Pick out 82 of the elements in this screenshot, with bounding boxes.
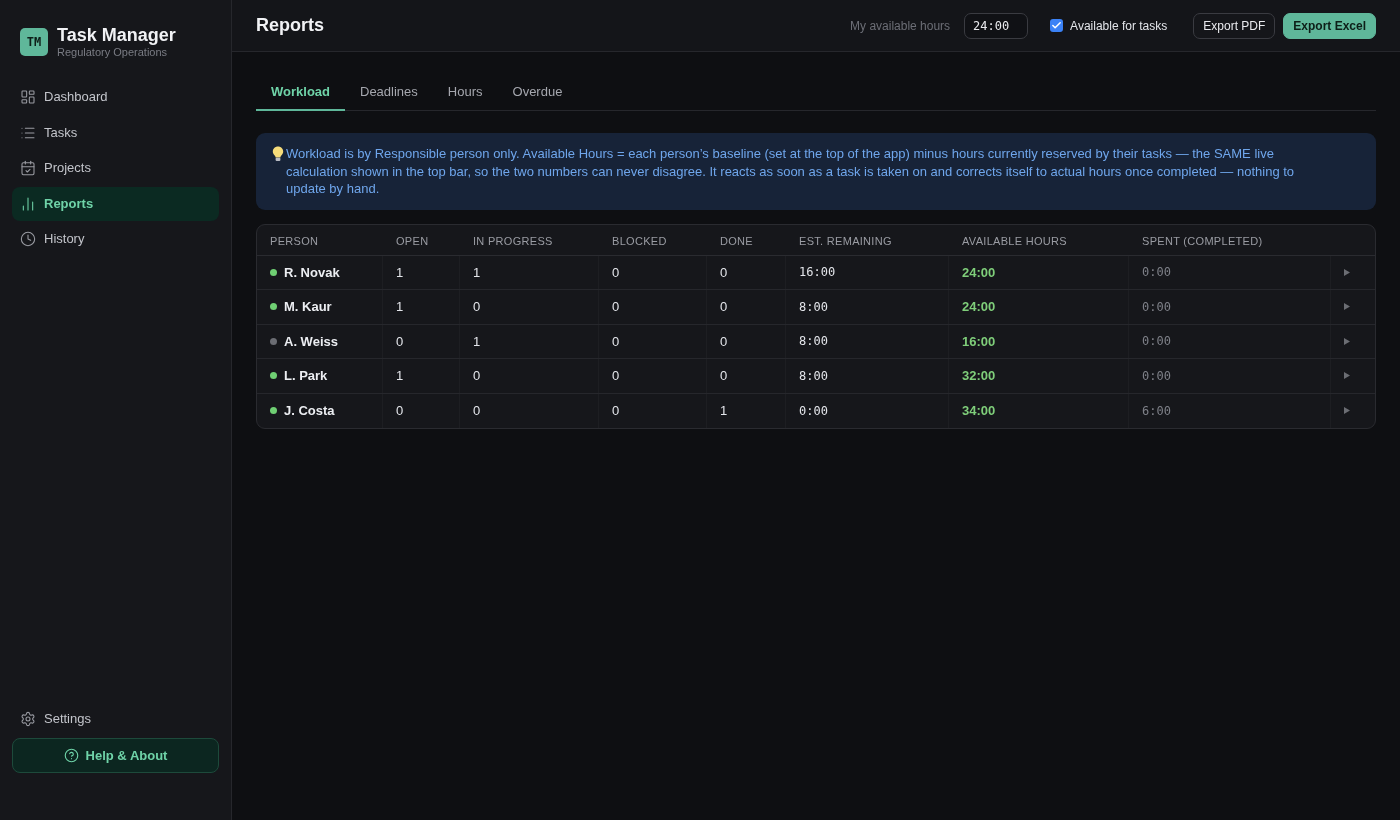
count-value: 0: [612, 332, 620, 351]
spent-hours-value: 0:00: [1142, 298, 1171, 316]
count-value: 0: [720, 263, 728, 282]
available-hours-value: 16:00: [962, 332, 996, 351]
hours-label: My available hours: [850, 17, 951, 35]
column-header: EST. REMAINING: [799, 234, 892, 247]
time-value: 16:00: [799, 264, 836, 282]
time-value: 8:00: [799, 367, 828, 385]
dashboard-icon: [20, 89, 36, 105]
checkbox[interactable]: [1050, 19, 1064, 32]
available-hours-value: 24:00: [962, 298, 996, 316]
tab[interactable]: Deadlines: [345, 74, 433, 111]
count-value: 1: [473, 332, 481, 351]
app-logo: TM: [20, 28, 48, 56]
count-value: 1: [396, 298, 404, 316]
person-name: A. Weiss: [284, 332, 338, 351]
column-header: OPEN: [396, 234, 429, 247]
person-name: J. Costa: [284, 402, 335, 420]
time-value: 8:00: [799, 333, 828, 351]
expand-arrow-icon[interactable]: [1344, 337, 1350, 345]
app-title: Task Manager: [57, 25, 176, 45]
person-name: M. Kaur: [284, 298, 332, 316]
clock-icon: [20, 231, 36, 247]
column-header: IN PROGRESS: [473, 234, 553, 247]
tab[interactable]: Overdue: [497, 74, 578, 111]
available-hours-value: 24:00: [962, 263, 996, 282]
bar-chart-icon: [20, 195, 36, 212]
export-button[interactable]: Export PDF: [1193, 12, 1276, 39]
count-value: 0: [473, 367, 481, 385]
nav-item[interactable]: History: [12, 222, 219, 256]
checkbox-label: Available for tasks: [1070, 17, 1168, 35]
available-hours-value: 34:00: [962, 402, 996, 420]
count-value: 0: [720, 332, 728, 351]
expand-arrow-icon[interactable]: [1344, 407, 1350, 415]
page-title: Reports: [256, 14, 324, 37]
tab[interactable]: Workload: [256, 74, 345, 111]
column-header: BLOCKED: [612, 234, 667, 247]
nav-item[interactable]: Dashboard: [12, 80, 219, 114]
settings-icon: [20, 711, 36, 727]
lightbulb-icon: [272, 146, 284, 162]
column-header: PERSON: [270, 234, 319, 247]
spent-hours-value: 0:00: [1142, 367, 1171, 385]
column-header: SPENT (COMPLETED): [1142, 234, 1263, 247]
help-about-button[interactable]: Help & About: [12, 738, 219, 773]
column-header: AVAILABLE HOURS: [962, 234, 1067, 247]
count-value: 0: [473, 298, 481, 316]
count-value: 1: [720, 402, 728, 420]
count-value: 0: [612, 367, 620, 385]
count-value: 0: [720, 298, 728, 316]
person-name: L. Park: [284, 367, 328, 385]
count-value: 1: [396, 367, 404, 385]
spent-hours-value: 0:00: [1142, 333, 1171, 351]
count-value: 0: [612, 402, 620, 420]
hours-input[interactable]: 24:00: [964, 12, 1029, 39]
nav-item[interactable]: Tasks: [12, 115, 219, 150]
time-value: 8:00: [799, 298, 828, 316]
nav-item[interactable]: Settings: [12, 702, 219, 736]
nav-item[interactable]: Projects: [12, 151, 219, 185]
export-button[interactable]: Export Excel: [1283, 12, 1376, 39]
person-name: R. Novak: [284, 263, 340, 282]
nav-item[interactable]: Reports: [12, 186, 219, 221]
help-icon: [63, 748, 79, 763]
count-value: 1: [396, 263, 404, 282]
count-value: 0: [612, 263, 620, 282]
count-value: 0: [720, 367, 728, 385]
spent-hours-value: 0:00: [1142, 264, 1171, 282]
app-subtitle: Regulatory Operations: [57, 45, 169, 59]
count-value: 0: [612, 298, 620, 316]
available-hours-value: 32:00: [962, 367, 996, 385]
count-value: 1: [473, 263, 481, 282]
tab[interactable]: Hours: [432, 74, 498, 111]
expand-arrow-icon[interactable]: [1344, 303, 1350, 311]
expand-arrow-icon[interactable]: [1344, 268, 1350, 276]
count-value: 0: [473, 402, 481, 420]
expand-arrow-icon[interactable]: [1344, 372, 1350, 380]
notice-text: Workload is by Responsible person only. Available Hours = each person’s baseline (set at the top of the app) minus hours currently reserved by their tasks — the SAME live calculation shown in the top bar, so the two numbers can never disagree. It reacts as soon as a task is taken on and corrects itself to actual hours once completed — nothing to update by hand.: [286, 145, 1296, 198]
time-value: 0:00: [799, 402, 828, 420]
calendar-icon: [20, 160, 36, 176]
spent-hours-value: 6:00: [1142, 402, 1171, 420]
column-header: DONE: [720, 234, 753, 247]
count-value: 0: [396, 332, 404, 351]
count-value: 0: [396, 402, 404, 420]
